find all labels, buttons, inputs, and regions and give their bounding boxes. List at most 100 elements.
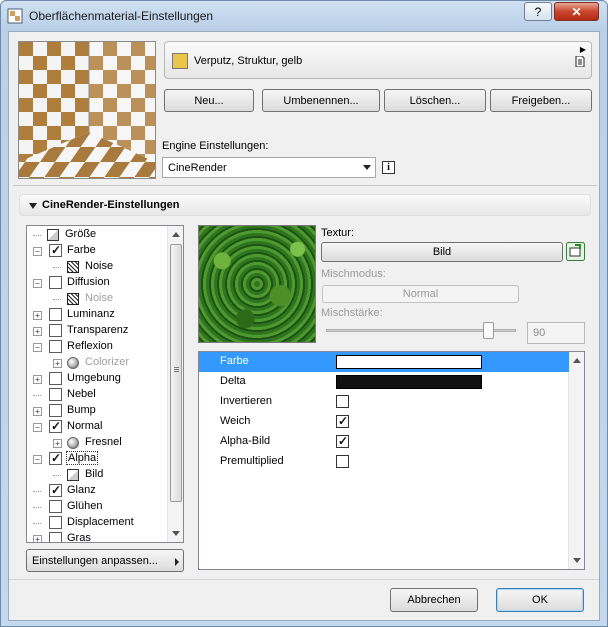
channel-checkbox[interactable] <box>49 388 62 401</box>
info-icon[interactable]: i <box>382 161 395 174</box>
tree-item[interactable]: − ✓ Normal <box>27 419 169 435</box>
chevron-down-icon <box>363 165 371 170</box>
ok-button[interactable]: OK <box>496 588 584 612</box>
tree-item[interactable]: − ✓ Alpha <box>27 451 169 467</box>
tree-item[interactable]: Bild <box>27 467 169 483</box>
expand-icon[interactable]: + <box>53 359 62 368</box>
property-name: Weich <box>220 415 251 427</box>
new-button[interactable]: Neu... <box>164 89 254 112</box>
expand-icon[interactable]: + <box>33 375 42 384</box>
channel-checkbox[interactable] <box>49 308 62 321</box>
tree-item[interactable]: Noise <box>27 259 169 275</box>
tree-item[interactable]: − Diffusion <box>27 275 169 291</box>
document-icon[interactable] <box>575 56 585 67</box>
properties-scrollbar[interactable] <box>568 352 584 569</box>
property-checkbox[interactable]: ✓ <box>336 434 349 448</box>
channel-checkbox[interactable] <box>49 532 62 542</box>
size-icon <box>47 229 59 241</box>
channel-checkbox[interactable]: ✓ <box>49 243 62 257</box>
collapse-icon[interactable]: − <box>33 247 42 256</box>
tree-item-label: Transparenz <box>67 324 129 336</box>
color-swatch[interactable] <box>336 375 482 389</box>
cancel-button[interactable]: Abbrechen <box>390 588 478 612</box>
tree-item-label: Farbe <box>67 244 96 256</box>
scroll-down-icon[interactable] <box>573 558 581 563</box>
channel-checkbox[interactable] <box>49 324 62 337</box>
property-name: Premultiplied <box>220 455 284 467</box>
engine-dropdown[interactable]: CineRender <box>162 157 376 178</box>
texture-browse-icon[interactable] <box>566 242 585 261</box>
tree-item-label: Reflexion <box>67 340 113 352</box>
close-button[interactable]: ✕ <box>554 2 599 21</box>
channel-checkbox[interactable] <box>49 500 62 513</box>
channel-checkbox[interactable] <box>49 404 62 417</box>
property-row[interactable]: Weich ✓ <box>199 412 569 432</box>
engine-value: CineRender <box>168 162 227 174</box>
channel-checkbox[interactable]: ✓ <box>49 451 62 465</box>
tree-item[interactable]: + Fresnel <box>27 435 169 451</box>
collapse-icon[interactable]: − <box>33 455 42 464</box>
noise-icon <box>67 261 79 273</box>
channel-checkbox[interactable]: ✓ <box>49 483 62 497</box>
tree-item[interactable]: Glühen <box>27 499 169 515</box>
expand-icon[interactable]: + <box>33 535 42 542</box>
rename-button[interactable]: Umbenennen... <box>262 89 380 112</box>
material-selector[interactable]: Verputz, Struktur, gelb ▶ <box>164 41 592 79</box>
tree-scrollbar[interactable] <box>167 226 183 542</box>
image-button[interactable]: Bild <box>321 242 563 262</box>
collapse-icon[interactable]: − <box>33 343 42 352</box>
channel-checkbox[interactable] <box>49 516 62 529</box>
blend-mode-dropdown[interactable]: Normal <box>322 285 519 303</box>
property-checkbox[interactable]: ✓ <box>336 414 349 428</box>
channel-checkbox[interactable]: ✓ <box>49 419 62 433</box>
blend-strength-slider-thumb[interactable] <box>483 322 494 339</box>
property-checkbox[interactable] <box>336 455 349 468</box>
tree-item[interactable]: + Colorizer <box>27 355 169 371</box>
tree-item[interactable]: Noise <box>27 291 169 307</box>
tree-item[interactable]: + Umgebung <box>27 371 169 387</box>
color-swatch[interactable] <box>336 355 482 369</box>
properties-list[interactable]: Farbe Delta Invertieren Weich ✓ Alpha-Bild ✓ Pr… <box>198 351 585 570</box>
tree-item[interactable]: + Bump <box>27 403 169 419</box>
tree-item[interactable]: + Gras <box>27 531 169 542</box>
blend-strength-input[interactable]: 90 <box>527 322 585 344</box>
scroll-up-icon[interactable] <box>573 358 581 363</box>
channel-checkbox[interactable] <box>49 276 62 289</box>
collapse-icon[interactable]: − <box>33 279 42 288</box>
cinerender-section-header[interactable]: CineRender-Einstellungen <box>19 194 591 216</box>
channel-checkbox[interactable] <box>49 372 62 385</box>
share-button[interactable]: Freigeben... <box>490 89 592 112</box>
property-row[interactable]: Farbe <box>199 352 569 372</box>
property-row[interactable]: Premultiplied <box>199 452 569 472</box>
customize-settings-button[interactable]: Einstellungen anpassen... <box>26 549 184 572</box>
tree-item[interactable]: − ✓ Farbe <box>27 243 169 259</box>
delete-button[interactable]: Löschen... <box>384 89 486 112</box>
tree-item[interactable]: − Reflexion <box>27 339 169 355</box>
scroll-up-icon[interactable] <box>172 232 180 237</box>
tree-item[interactable]: Displacement <box>27 515 169 531</box>
tree-item[interactable]: Nebel <box>27 387 169 403</box>
property-row[interactable]: Delta <box>199 372 569 392</box>
collapse-icon[interactable]: − <box>33 423 42 432</box>
tree-item[interactable]: + Transparenz <box>27 323 169 339</box>
expand-icon[interactable]: + <box>33 327 42 336</box>
tree-item-label: Noise <box>85 260 114 272</box>
scroll-thumb[interactable] <box>170 244 182 502</box>
tree-item[interactable]: Größe <box>27 227 169 243</box>
tree-connector <box>53 475 61 476</box>
help-button[interactable]: ? <box>524 2 552 21</box>
property-checkbox[interactable] <box>336 395 349 408</box>
tree-item-label: Fresnel <box>85 436 122 448</box>
tree-item[interactable]: ✓ Glanz <box>27 483 169 499</box>
property-row[interactable]: Alpha-Bild ✓ <box>199 432 569 452</box>
property-row[interactable]: Invertieren <box>199 392 569 412</box>
expand-arrow-icon[interactable]: ▶ <box>580 45 586 54</box>
expand-icon[interactable]: + <box>33 407 42 416</box>
scroll-down-icon[interactable] <box>172 531 180 536</box>
expand-icon[interactable]: + <box>53 439 62 448</box>
checkmark-icon: ✓ <box>51 243 62 257</box>
tree-item[interactable]: + Luminanz <box>27 307 169 323</box>
channel-tree[interactable]: Größe − ✓ Farbe Noise − Diffusion Noise + Luminan… <box>26 225 184 543</box>
channel-checkbox[interactable] <box>49 340 62 353</box>
expand-icon[interactable]: + <box>33 311 42 320</box>
